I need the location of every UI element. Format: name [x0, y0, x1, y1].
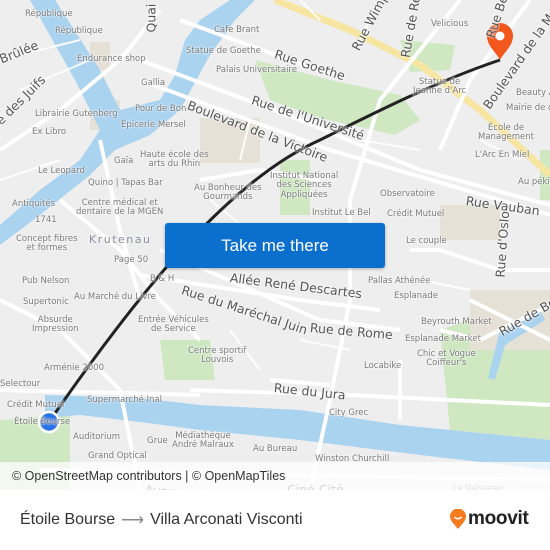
district-label: Krutenau	[89, 233, 152, 246]
poi-label: Médiathèque André Malraux	[172, 431, 234, 451]
poi-label: Gallia	[141, 78, 166, 88]
poi-label: Auditorium	[73, 432, 121, 442]
take-me-there-button[interactable]: Take me there	[165, 223, 385, 268]
poi-label: École de Management	[478, 123, 534, 143]
poi-label: Institut Le Bel	[312, 208, 371, 218]
poi-label: Velicious	[431, 19, 469, 29]
poi-label: B & H	[150, 274, 175, 284]
poi-label: Centre sportif Louvois	[188, 346, 247, 366]
poi-label: Étoile Bourse	[14, 417, 71, 427]
poi-label: Au pékin	[518, 177, 550, 187]
poi-label: Observatoire	[380, 189, 435, 199]
poi-label: Statue de Goethe	[186, 46, 261, 56]
poi-label: Épicerie Mersel	[121, 120, 186, 130]
poi-label: Pub Nelson	[22, 276, 70, 286]
poi-label: Concept fibres et formes	[16, 234, 78, 254]
poi-label: Chic et Vogue Coiffeur's	[417, 349, 476, 369]
poi-label: Centre médical et dentaire de la MGEN	[76, 198, 164, 218]
poi-label: République	[25, 9, 73, 19]
poi-label: Pour de Bon	[135, 104, 187, 114]
poi-label: Supertonic	[23, 297, 69, 307]
poi-label: Grue	[147, 436, 168, 446]
map-view[interactable]: République République Endurance shop Librai…	[0, 0, 550, 490]
poi-label: Crédit Mutuel	[387, 209, 445, 219]
origin-name: Étoile Bourse	[20, 511, 116, 528]
moovit-pin-icon	[450, 509, 466, 529]
poi-label: Crédit Mutuel	[7, 400, 65, 410]
route-title: Étoile Bourse ⟶ Villa Arconati Visconti	[20, 510, 303, 530]
poi-label: Beyrouth Market	[421, 317, 492, 327]
poi-label: Endurance shop	[77, 54, 146, 64]
footer: Étoile Bourse ⟶ Villa Arconati Visconti …	[0, 490, 550, 550]
poi-label: Supermarché Inal	[87, 395, 163, 405]
poi-label: Haute école des arts du Rhin	[140, 150, 209, 170]
poi-label: Selectour	[0, 379, 41, 389]
poi-label: Beauty A	[516, 88, 550, 98]
poi-label: Locabike	[364, 361, 402, 371]
poi-label: Statue de Jeanne d'Arc	[413, 77, 467, 97]
poi-label: Entrée Véhicules de Service	[138, 315, 209, 335]
poi-label: 1741	[35, 215, 57, 225]
poi-label: Cafe Brant	[214, 25, 260, 35]
poi-label: Institut National des Sciences Appliquées	[270, 171, 339, 200]
poi-label: République	[55, 26, 103, 36]
poi-label: Le Leopard	[38, 166, 85, 176]
poi-label: L'Arc En Miel	[475, 150, 530, 160]
moovit-logo-text: moovit	[468, 508, 529, 529]
poi-label: City Grec	[329, 408, 369, 418]
poi-label: Quino | Tapas Bar	[88, 178, 163, 188]
poi-label: Pallas Athénée	[368, 276, 431, 286]
poi-label: Le couple	[406, 236, 447, 246]
map-attribution[interactable]: © OpenStreetMap contributors | © OpenMap…	[0, 462, 550, 490]
poi-label: Esplanade	[394, 291, 438, 301]
poi-label: Mairie de q	[506, 103, 550, 113]
poi-label: Au Bonheur des Gourmands	[194, 183, 262, 203]
poi-label: Grand Optical	[88, 451, 147, 461]
poi-label: Au Bureau	[253, 444, 298, 454]
poi-label: Gaïa	[114, 156, 134, 166]
poi-label: Au Marché du Livre	[74, 292, 156, 302]
destination-name: Villa Arconati Visconti	[150, 511, 303, 528]
poi-label: Antiquités	[12, 199, 56, 209]
arrow-right-icon: ⟶	[121, 512, 145, 529]
poi-label: Arménie 2000	[44, 363, 104, 373]
poi-label: Librairie Gutenberg	[35, 109, 118, 119]
poi-label: Absurde Impression	[32, 315, 79, 335]
poi-label: Ex Libro	[32, 127, 67, 137]
poi-label: Palais Universitaire	[216, 65, 297, 75]
street-label: Quai	[143, 3, 159, 33]
poi-label: Esplanade Market	[405, 334, 481, 344]
poi-label: Page 50	[114, 255, 149, 265]
moovit-logo[interactable]: moovit	[450, 508, 529, 530]
